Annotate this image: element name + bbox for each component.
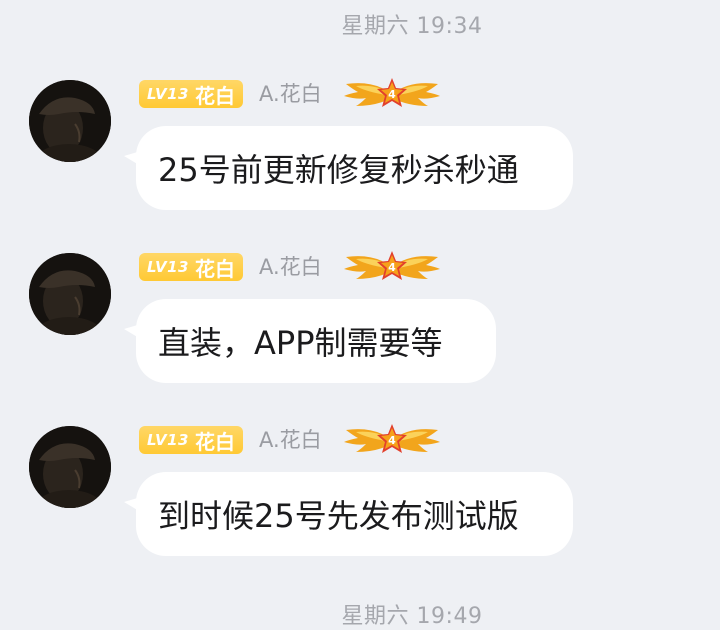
avatar-image	[29, 426, 111, 508]
level-badge: LV13 花白	[139, 426, 243, 454]
level-badge: LV13 花白	[139, 80, 243, 108]
rank-number: 4	[388, 88, 396, 101]
message-row: LV13 花白 A.花白 4 到时候25号先发布测试版	[0, 424, 720, 586]
badge-title: 花白	[194, 83, 235, 108]
rank-number: 4	[388, 261, 396, 274]
rank-4-winged-star-icon: 4	[340, 422, 444, 458]
timestamp-bottom: 星期六 19:49	[341, 604, 483, 629]
badge-level: LV13	[147, 258, 189, 276]
avatar[interactable]	[29, 80, 111, 162]
rank-number: 4	[388, 434, 396, 447]
message-row: LV13 花白 A.花白 4 直装，APP制需要等	[0, 251, 720, 413]
message-bubble[interactable]: 直装，APP制需要等	[136, 299, 496, 383]
avatar[interactable]	[29, 426, 111, 508]
sender-nickname[interactable]: A.花白	[259, 80, 322, 108]
badge-level: LV13	[147, 85, 189, 103]
sender-nickname[interactable]: A.花白	[259, 426, 322, 454]
timestamp-top: 星期六 19:34	[341, 14, 483, 39]
badge-level: LV13	[147, 431, 189, 449]
message-bubble[interactable]: 25号前更新修复秒杀秒通	[136, 126, 573, 210]
sender-nickname[interactable]: A.花白	[259, 253, 322, 281]
rank-4-winged-star-icon: 4	[340, 76, 444, 112]
badge-title: 花白	[194, 256, 235, 281]
avatar[interactable]	[29, 253, 111, 335]
avatar-image	[29, 253, 111, 335]
badge-title: 花白	[194, 429, 235, 454]
message-row: LV13 花白 A.花白 4 25号前更新修复秒杀秒通	[0, 78, 720, 240]
level-badge: LV13 花白	[139, 253, 243, 281]
message-bubble[interactable]: 到时候25号先发布测试版	[136, 472, 573, 556]
avatar-image	[29, 80, 111, 162]
rank-4-winged-star-icon: 4	[340, 249, 444, 285]
